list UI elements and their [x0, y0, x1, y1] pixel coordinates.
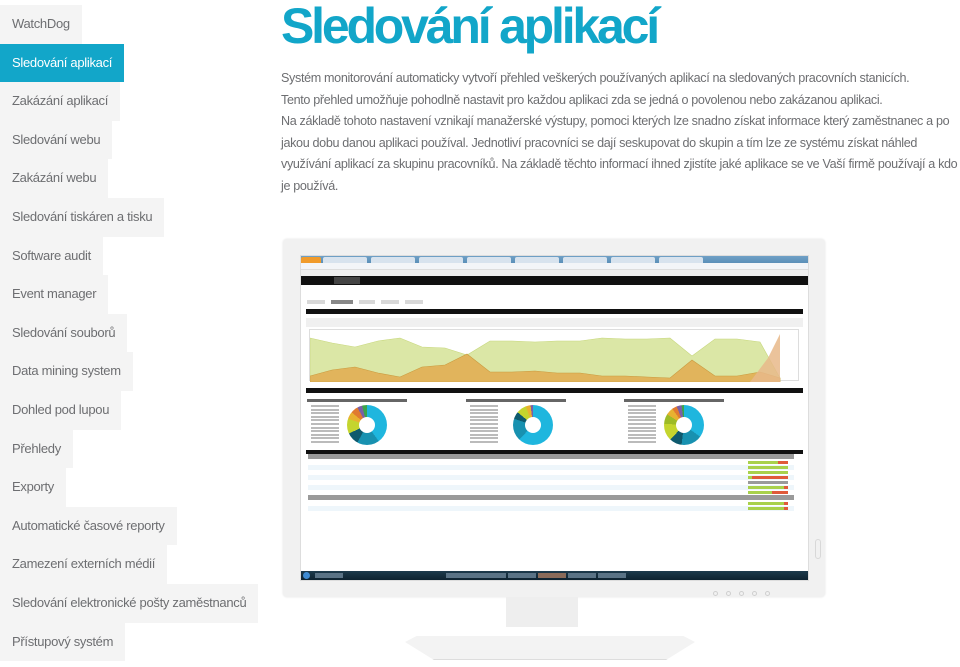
sidebar-item-automaticke-casove-reporty[interactable]: Automatické časové reporty — [0, 506, 177, 546]
pie-block-allowed — [307, 399, 457, 451]
chart-header-bar — [306, 309, 803, 314]
donut-chart-top10 — [664, 405, 704, 445]
sidebar-item-sledovani-souboru[interactable]: Sledování souborů — [0, 313, 128, 353]
sidebar-item-sledovani-webu[interactable]: Sledování webu — [0, 120, 113, 160]
monitor-buttons — [713, 583, 803, 596]
usage-area-chart — [309, 329, 799, 383]
browser-address-bar — [301, 263, 808, 270]
os-taskbar — [301, 571, 808, 580]
pies-header-bar — [306, 388, 803, 393]
sidebar-item-zakazani-webu[interactable]: Zakázání webu — [0, 159, 109, 198]
monitor-screen — [300, 255, 809, 581]
area-chart-svg — [309, 334, 781, 383]
sidebar-item-watchdog[interactable]: WatchDog — [0, 5, 82, 44]
table-header — [308, 454, 794, 459]
sidebar-item-sledovani-elektronicke-posty-zamestnancu[interactable]: Sledování elektronické pošty zaměstnanců — [0, 583, 259, 623]
intro-paragraph-2: Tento přehled umožňuje pohodlně nastavit… — [281, 92, 883, 107]
app-toolbar — [301, 276, 808, 285]
monitor-stand-neck — [506, 597, 578, 627]
table-group-header — [308, 495, 794, 500]
sidebar-item-software-audit[interactable]: Software audit — [0, 236, 103, 276]
sidebar-item-event-manager[interactable]: Event manager — [0, 275, 109, 314]
pie-block-top10 — [624, 399, 774, 451]
start-button-icon — [303, 572, 310, 579]
sidebar-item-zakazani-aplikaci[interactable]: Zakázání aplikací — [0, 82, 121, 121]
sidebar-item-prehledy[interactable]: Přehledy — [0, 429, 73, 469]
apps-table — [306, 454, 803, 516]
main-content: Sledování aplikací Systém monitorování a… — [281, 0, 960, 198]
sidebar-item-pristupovy-system[interactable]: Přístupový systém — [0, 622, 126, 662]
monitor-image — [283, 239, 825, 597]
chart-filters — [306, 318, 803, 327]
sidebar-item-exporty[interactable]: Exporty — [0, 468, 66, 507]
monitor-side-control — [815, 539, 821, 559]
sidebar-item-sledovani-aplikaci[interactable]: Sledování aplikací — [0, 43, 125, 83]
page-title: Sledování aplikací — [281, 0, 660, 54]
sidebar-item-data-mining-system[interactable]: Data mining system — [0, 352, 133, 391]
sidebar-item-dohled-pod-lupou[interactable]: Dohled pod lupou — [0, 390, 122, 430]
pie-block-blocked — [466, 399, 616, 451]
intro-paragraph-1: Systém monitorování automaticky vytvoří … — [281, 71, 910, 85]
sidebar-nav: WatchDog Sledování aplikací Zakázání aplik… — [0, 5, 260, 662]
donut-chart-blocked — [513, 405, 553, 445]
intro-text: Systém monitorování automaticky vytvoří … — [281, 68, 960, 198]
browser-tab-strip — [301, 256, 808, 263]
sidebar-item-sledovani-tiskaren-a-tisku[interactable]: Sledování tiskáren a tisku — [0, 197, 165, 237]
sidebar-item-zamezeni-externich-medii[interactable]: Zamezení externích médií — [0, 545, 168, 584]
donut-chart-allowed — [347, 405, 387, 445]
intro-paragraph-3: Na základě tohoto nastavení vznikají man… — [281, 114, 958, 193]
app-section-tabs — [307, 291, 507, 304]
